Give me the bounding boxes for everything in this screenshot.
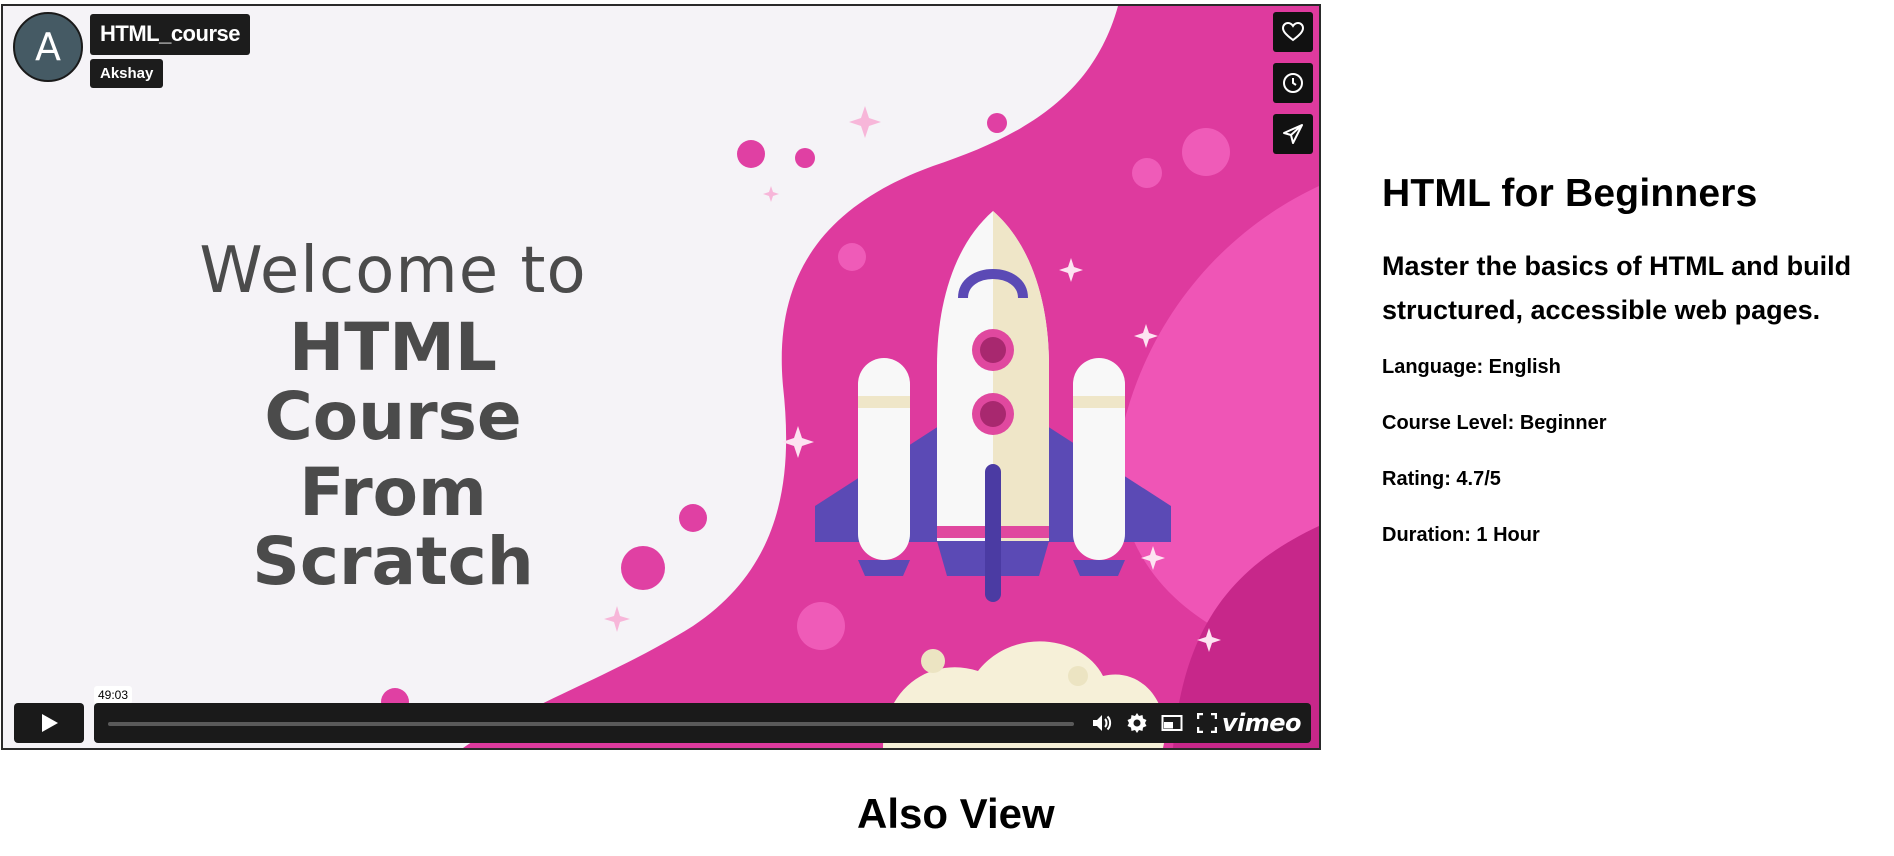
course-title: HTML for Beginners <box>1382 172 1758 215</box>
thumbnail-line-3: From Scratch <box>252 453 534 601</box>
course-duration: Duration: 1 Hour <box>1382 524 1540 546</box>
watch-later-button[interactable] <box>1273 63 1313 103</box>
vimeo-logo[interactable]: vimeo <box>1222 709 1302 737</box>
share-button[interactable] <box>1273 114 1313 154</box>
fullscreen-icon <box>1197 713 1217 733</box>
progress-bar[interactable] <box>108 722 1074 726</box>
time-tooltip: 49:03 <box>94 686 133 704</box>
thumbnail-headline: Welcome to HTML Course From Scratch <box>153 234 633 601</box>
course-info: HTML for Beginners Master the basics of … <box>1382 172 1882 580</box>
gear-icon <box>1127 713 1147 733</box>
play-icon <box>42 714 58 732</box>
course-meta: Language: English Course Level: Beginner… <box>1382 356 1882 580</box>
fullscreen-button[interactable] <box>1195 711 1219 735</box>
pip-button[interactable] <box>1160 711 1184 735</box>
share-icon <box>1283 124 1303 144</box>
video-title[interactable]: HTML_course <box>90 14 250 55</box>
thumbnail-line-1: Welcome to <box>199 234 587 308</box>
like-button[interactable] <box>1273 12 1313 52</box>
clock-icon <box>1283 73 1303 93</box>
thumbnail-line-2: HTML Course <box>264 309 522 456</box>
control-bar: vimeo <box>94 703 1311 743</box>
course-rating: Rating: 4.7/5 <box>1382 468 1501 490</box>
pip-icon <box>1161 715 1183 731</box>
course-level: Course Level: Beginner <box>1382 412 1607 434</box>
player-controls: 49:03 vimeo <box>14 686 1311 743</box>
video-author[interactable]: Akshay <box>90 59 164 88</box>
volume-button[interactable] <box>1090 711 1114 735</box>
also-view-heading: Also View <box>857 790 1055 837</box>
play-button[interactable] <box>14 703 84 743</box>
course-description: Master the basics of HTML and build stru… <box>1382 251 1852 325</box>
settings-button[interactable] <box>1125 711 1149 735</box>
course-language: Language: English <box>1382 356 1561 378</box>
heart-icon <box>1281 21 1305 42</box>
video-player[interactable]: Welcome to HTML Course From Scratch A HT… <box>1 4 1321 750</box>
volume-icon <box>1093 715 1112 731</box>
avatar[interactable]: A <box>13 12 83 82</box>
